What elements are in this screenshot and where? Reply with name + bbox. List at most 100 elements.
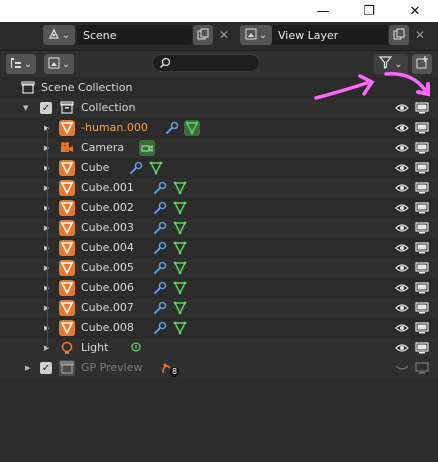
duplicate-icon [197,28,209,43]
gp-preview-label: GP Preview [81,361,143,374]
wrench-icon[interactable] [152,220,168,236]
new-scene-button[interactable] [193,25,213,45]
eye-icon[interactable] [394,300,410,316]
maximize-button[interactable]: ❐ [346,0,392,22]
monitor-icon[interactable] [414,300,430,316]
mesh-data-icon[interactable] [172,200,188,216]
scene-collection-row[interactable]: Scene Collection [0,78,438,98]
new-collection-button[interactable] [412,54,432,74]
camera-icon [59,140,75,156]
search-input[interactable] [152,54,260,72]
exclude-checkbox[interactable]: ✓ [40,362,52,374]
object-row[interactable]: ▶Cube.003 [0,218,438,238]
search-icon [159,57,171,72]
monitor-icon[interactable] [414,160,430,176]
display-mode-button[interactable]: ⌄ [44,54,74,74]
expand-arrow-icon[interactable]: ▶ [25,358,30,378]
wrench-icon[interactable] [152,240,168,256]
mesh-data-icon[interactable] [172,240,188,256]
object-row[interactable]: ▶Cube.004 [0,238,438,258]
remove-scene-button[interactable]: ✕ [214,25,234,45]
collection-label: Collection [81,101,136,114]
object-name-label: Cube.004 [81,241,134,254]
close-icon: ✕ [409,3,421,19]
mesh-data-icon[interactable] [148,160,164,176]
monitor-icon[interactable] [414,240,430,256]
scene-browse-button[interactable]: ⌄ [43,25,75,45]
object-row[interactable]: ▶-human.000 [0,118,438,138]
eye-icon[interactable] [394,140,410,156]
wrench-icon[interactable] [152,200,168,216]
wrench-icon[interactable] [152,320,168,336]
editor-type-button[interactable]: ⌄ [6,54,36,74]
view-layer-name-field[interactable]: View Layer [272,25,388,45]
scene-collection-icon [20,80,36,96]
collapse-arrow-icon[interactable]: ▼ [23,98,28,118]
monitor-icon[interactable] [414,120,430,136]
outliner-header: ⌄ ⌄ ⌄ [0,50,438,77]
eye-icon[interactable] [394,260,410,276]
gp-preview-row[interactable]: ▶ ✓ GP Preview 8 [0,358,438,378]
monitor-icon[interactable] [414,320,430,336]
new-view-layer-button[interactable] [389,25,409,45]
close-window-button[interactable]: ✕ [392,0,438,22]
object-row[interactable]: ▶Cube.006 [0,278,438,298]
window-titlebar: — ❐ ✕ [0,0,438,22]
eye-icon[interactable] [394,220,410,236]
eye-icon[interactable] [394,200,410,216]
monitor-icon[interactable] [414,280,430,296]
camera-data-icon[interactable] [139,140,155,156]
object-row[interactable]: ▶Cube.007 [0,298,438,318]
mesh-data-icon[interactable] [184,120,200,136]
monitor-icon[interactable] [414,340,430,356]
exclude-checkbox[interactable]: ✓ [40,102,52,114]
mesh-icon [59,300,75,316]
object-name-label: Cube.001 [81,181,134,194]
mesh-icon [59,180,75,196]
mesh-data-icon[interactable] [172,260,188,276]
eye-icon[interactable] [394,280,410,296]
minimize-button[interactable]: — [300,0,346,22]
mesh-data-icon[interactable] [172,220,188,236]
scene-name-field[interactable]: Scene [77,25,192,45]
mesh-data-icon[interactable] [172,180,188,196]
object-row[interactable]: ▶Cube.008 [0,318,438,338]
object-row[interactable]: ▶Cube.002 [0,198,438,218]
eye-icon[interactable] [394,340,410,356]
wrench-icon[interactable] [152,280,168,296]
monitor-icon[interactable] [414,200,430,216]
object-row[interactable]: ▶Cube [0,158,438,178]
mesh-data-icon[interactable] [172,300,188,316]
eye-icon[interactable] [394,320,410,336]
monitor-icon[interactable] [414,180,430,196]
wrench-icon[interactable] [152,180,168,196]
wrench-icon[interactable] [152,300,168,316]
object-name-label: Cube.008 [81,321,134,334]
monitor-icon[interactable] [414,260,430,276]
x-icon: ✕ [218,28,230,42]
eye-icon[interactable] [394,160,410,176]
monitor-icon[interactable] [414,360,430,376]
wrench-icon[interactable] [128,160,144,176]
monitor-icon[interactable] [414,100,430,116]
object-row[interactable]: ▶Cube.005 [0,258,438,278]
object-row[interactable]: ▶Cube.001 [0,178,438,198]
monitor-icon[interactable] [414,220,430,236]
eye-icon[interactable] [394,120,410,136]
light-data-icon[interactable] [128,340,144,356]
wrench-icon[interactable] [164,120,180,136]
eye-icon[interactable] [394,240,410,256]
wrench-icon[interactable] [152,260,168,276]
object-row[interactable]: ▶Camera [0,138,438,158]
eye-hidden-icon[interactable] [394,360,410,376]
object-row[interactable]: ▶ Light [0,338,438,358]
remove-view-layer-button[interactable]: ✕ [410,25,430,45]
collection-row[interactable]: ▼ ✓ Collection [0,98,438,118]
mesh-data-icon[interactable] [172,280,188,296]
filter-button[interactable]: ⌄ [374,54,408,74]
mesh-data-icon[interactable] [172,320,188,336]
eye-icon[interactable] [394,100,410,116]
monitor-icon[interactable] [414,140,430,156]
view-layer-browse-button[interactable]: ⌄ [240,25,272,45]
eye-icon[interactable] [394,180,410,196]
